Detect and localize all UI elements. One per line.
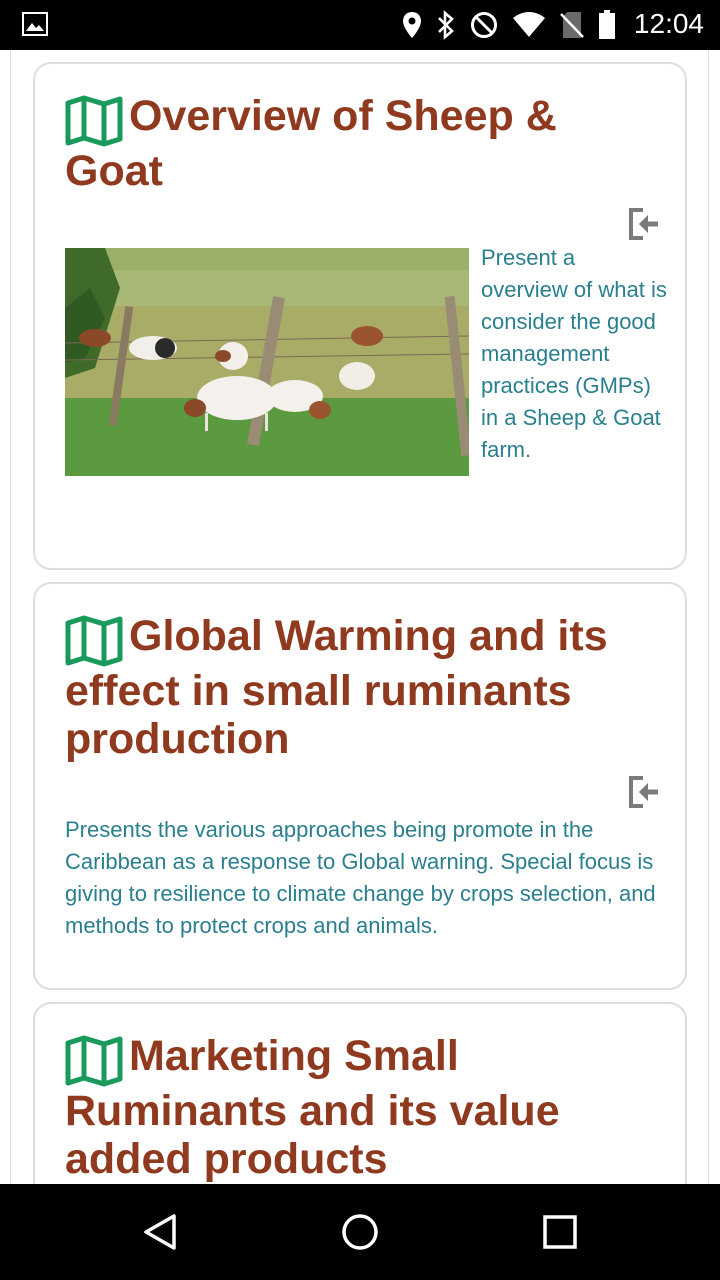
navigation-bar [0,1184,720,1280]
do-not-disturb-icon [471,12,497,38]
image-icon [22,12,48,36]
card-title[interactable]: Marketing Small Ruminants and its value … [65,1032,665,1183]
course-card[interactable]: Marketing Small Ruminants and its value … [33,1002,687,1184]
back-button[interactable] [140,1212,180,1252]
location-icon [403,12,421,38]
card-description: Present a overview of what is consider t… [481,245,667,462]
wifi-icon [513,12,545,37]
divider [708,50,709,1184]
battery-icon [599,10,615,39]
no-sim-icon [560,12,584,38]
map-icon [65,1035,123,1087]
sign-in-icon[interactable] [627,774,663,810]
card-title-text: Marketing Small Ruminants and its value … [65,1032,560,1183]
recents-button[interactable] [542,1212,578,1252]
course-card[interactable]: Global Warming and its effect in small r… [33,582,687,990]
card-title-text: Global Warming and its effect in small r… [65,612,608,763]
status-bar: 12:04 [0,0,720,50]
sheep-goat-photo [65,248,469,476]
card-title[interactable]: Global Warming and its effect in small r… [65,612,665,763]
map-icon [65,95,123,147]
bluetooth-icon [438,10,454,40]
card-description-block: Present a overview of what is consider t… [65,242,667,476]
card-title[interactable]: Overview of Sheep & Goat [65,92,665,195]
content-area[interactable]: Overview of Sheep & Goat Present a overv… [0,50,720,1184]
card-title-text: Overview of Sheep & Goat [65,92,557,195]
sign-in-icon[interactable] [627,206,663,242]
card-description: Presents the various approaches being pr… [65,817,656,938]
divider [10,50,11,1184]
clock: 12:04 [633,8,704,39]
course-card[interactable]: Overview of Sheep & Goat Present a overv… [33,62,687,570]
map-icon [65,615,123,667]
home-button[interactable] [340,1212,380,1252]
